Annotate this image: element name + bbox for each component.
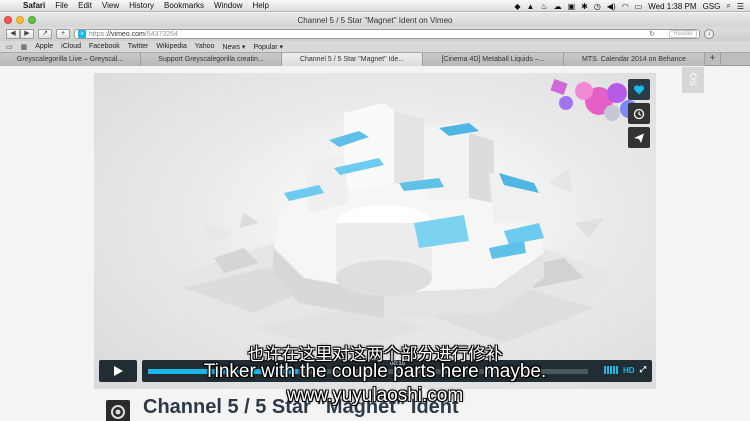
window-title-bar: Channel 5 / 5 Star "Magnet" Ident on Vim… <box>0 13 750 27</box>
menu-help[interactable]: Help <box>247 1 273 10</box>
bookmark-twitter[interactable]: Twitter <box>128 43 149 50</box>
reload-icon[interactable]: ↻ <box>649 30 655 38</box>
menu-app-name[interactable]: Safari <box>18 1 50 10</box>
downloads-icon[interactable]: ↓ <box>704 29 714 39</box>
drive-icon[interactable]: ▲ <box>527 2 535 11</box>
bookmark-popular[interactable]: Popular ▾ <box>253 43 283 51</box>
menu-window[interactable]: Window <box>209 1 247 10</box>
spotlight-icon[interactable]: ⌕ <box>726 1 730 11</box>
flame-icon[interactable]: ♨ <box>540 2 547 11</box>
url-host: vimeo.com <box>111 30 145 38</box>
share-video-button[interactable] <box>628 127 650 148</box>
reader-button[interactable]: Reader <box>669 30 697 38</box>
side-feedback-tab[interactable]: OS <box>682 67 704 93</box>
screen: Safari File Edit View History Bookmarks … <box>0 0 750 421</box>
wifi-icon[interactable]: ◠ <box>622 2 629 11</box>
browser-toolbar: ◀ ▶ ↗ + v https :// vimeo.com /64373264 … <box>0 27 750 41</box>
user-name[interactable]: GSG <box>703 2 721 11</box>
nav-buttons: ◀ ▶ <box>6 29 34 39</box>
bluetooth-icon[interactable]: ✱ <box>581 2 588 11</box>
cloud-icon[interactable]: ☁ <box>554 2 562 11</box>
dropbox-icon[interactable]: ◆ <box>514 2 520 11</box>
menu-bar: Safari File Edit View History Bookmarks … <box>0 0 750 12</box>
time-machine-icon[interactable]: ◷ <box>594 2 601 11</box>
watermark-text: www.yuyulaoshi.com <box>286 385 464 406</box>
url-scheme: https <box>89 30 105 38</box>
zoom-window-button[interactable] <box>28 16 36 24</box>
screen-icon[interactable]: ▣ <box>568 2 576 11</box>
forward-button[interactable]: ▶ <box>20 29 34 39</box>
tab-bar: Greyscalegorilla Live – Greyscal... Supp… <box>0 53 750 66</box>
bookmark-apple[interactable]: Apple <box>35 43 53 50</box>
tab-support-greyscalegorilla[interactable]: Support Greyscalegorilla creatin... <box>141 53 282 66</box>
battery-icon[interactable]: ▭ <box>635 2 643 11</box>
heart-icon <box>633 84 645 94</box>
share-button[interactable]: ↗ <box>38 29 52 39</box>
new-tab-button[interactable]: + <box>705 53 721 66</box>
notifications-icon[interactable]: ☰ <box>737 2 744 11</box>
top-sites-icon[interactable]: ▦ <box>21 43 28 51</box>
tab-greyscalegorilla-live[interactable]: Greyscalegorilla Live – Greyscal... <box>0 53 141 66</box>
clock-icon <box>633 108 645 119</box>
add-bookmark-button[interactable]: + <box>56 29 70 39</box>
volume-icon[interactable]: ◀) <box>607 2 616 11</box>
tab-channel5-magnet[interactable]: Channel 5 / 5 Star "Magnet" Ide... <box>282 53 423 66</box>
back-button[interactable]: ◀ <box>6 29 20 39</box>
menu-history[interactable]: History <box>124 1 159 10</box>
menu-file[interactable]: File <box>50 1 73 10</box>
menu-edit[interactable]: Edit <box>73 1 97 10</box>
bookmark-icloud[interactable]: iCloud <box>61 43 81 50</box>
close-window-button[interactable] <box>4 16 12 24</box>
bookmarks-bar: ▭ ▦ Apple iCloud Facebook Twitter Wikipe… <box>0 41 750 53</box>
minimize-window-button[interactable] <box>16 16 24 24</box>
reading-list-icon[interactable]: ▭ <box>6 43 13 51</box>
bookmark-news[interactable]: News ▾ <box>222 43 245 51</box>
tab-mts-calendar[interactable]: MTS. Calendar 2014 on Behance <box>564 53 705 66</box>
like-button[interactable] <box>628 79 650 100</box>
url-path: /64373264 <box>144 30 178 38</box>
menu-view[interactable]: View <box>97 1 124 10</box>
tab-metaball-liquids[interactable]: [Cinema 4D] Metaball Liquids –... <box>423 53 564 66</box>
site-favicon-icon: v <box>78 30 86 38</box>
paper-plane-icon <box>634 133 644 143</box>
menu-bookmarks[interactable]: Bookmarks <box>159 1 209 10</box>
bookmark-wikipedia[interactable]: Wikipedia <box>156 43 186 50</box>
subtitle-english: Tinker with the couple parts here maybe. <box>203 361 547 382</box>
bookmark-facebook[interactable]: Facebook <box>89 43 120 50</box>
clock[interactable]: Wed 1:38 PM <box>648 2 696 11</box>
watch-later-button[interactable] <box>628 103 650 124</box>
address-bar[interactable]: v https :// vimeo.com /64373264 ↻ Reader <box>74 29 700 39</box>
bookmark-yahoo[interactable]: Yahoo <box>195 43 215 50</box>
window-title: Channel 5 / 5 Star "Magnet" Ident on Vim… <box>297 15 453 25</box>
window-controls <box>4 16 36 24</box>
menu-extras: ◆ ▲ ♨ ☁ ▣ ✱ ◷ ◀) ◠ ▭ Wed 1:38 PM GSG ⌕ ☰ <box>514 0 744 12</box>
